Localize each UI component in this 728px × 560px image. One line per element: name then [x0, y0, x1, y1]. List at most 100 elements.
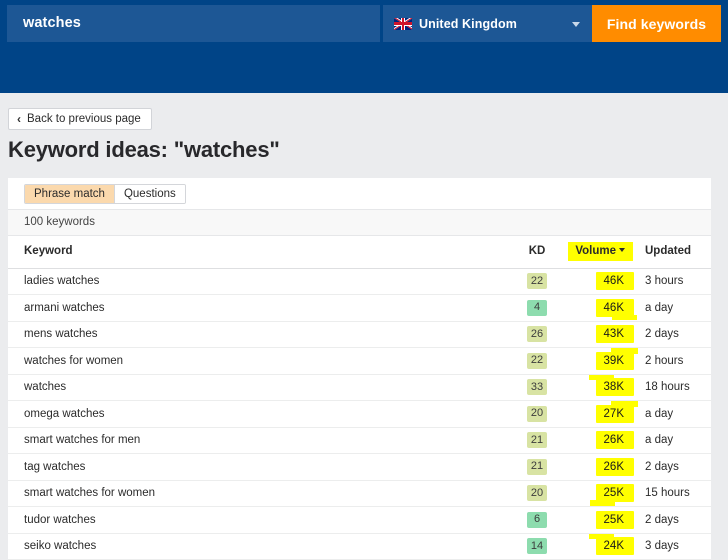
keyword-table: Keyword KD Volume Updated ladies watches…: [8, 236, 711, 560]
table-row[interactable]: tag watches 21 26K 2 days: [8, 453, 711, 481]
cell-keyword[interactable]: watches: [8, 374, 506, 401]
cell-updated: 15 hours: [631, 480, 711, 507]
app-header: United Kingdom Find keywords: [0, 0, 728, 93]
keyword-table-wrapper: Keyword KD Volume Updated ladies watches…: [8, 236, 711, 560]
volume-highlight: 26K: [595, 457, 635, 476]
volume-highlight: 27K: [595, 400, 639, 423]
cell-volume: 24K: [568, 533, 635, 560]
kd-badge: 6: [527, 511, 547, 528]
cell-volume: 26K: [568, 427, 635, 454]
cell-keyword[interactable]: armani watches: [8, 294, 506, 322]
cell-updated: a day: [631, 294, 711, 322]
column-header-volume[interactable]: Volume: [568, 236, 633, 269]
cell-volume: 25K: [568, 506, 635, 534]
table-row[interactable]: smart watches for men 21 26K a day: [8, 427, 711, 454]
cell-kd: 14: [506, 533, 568, 560]
cell-kd: 33: [506, 374, 568, 401]
tab-questions[interactable]: Questions: [114, 185, 185, 203]
table-row[interactable]: mens watches 26 43K 2 days: [8, 321, 711, 348]
cell-kd: 20: [506, 480, 568, 507]
table-body: ladies watches 22 46K 3 hours armani watches…: [8, 268, 711, 560]
tab-group: Phrase match Questions: [24, 184, 186, 204]
volume-highlight: 25K: [589, 484, 635, 507]
column-header-kd[interactable]: KD: [506, 236, 568, 269]
column-header-keyword[interactable]: Keyword: [8, 236, 506, 269]
cell-keyword[interactable]: ladies watches: [8, 268, 506, 295]
cell-updated: 2 days: [631, 321, 711, 348]
keyword-search-input[interactable]: [7, 5, 380, 42]
cell-volume: 26K: [568, 453, 635, 481]
cell-keyword[interactable]: seiko watches: [8, 533, 506, 560]
table-head: Keyword KD Volume Updated: [8, 236, 711, 269]
table-row[interactable]: watches for women 22 39K 2 hours: [8, 347, 711, 375]
country-label: United Kingdom: [419, 16, 517, 31]
kd-badge: 14: [526, 538, 548, 555]
page-title: Keyword ideas: "watches": [8, 137, 280, 162]
cell-volume: 38K: [568, 374, 635, 401]
volume-highlight: 25K: [595, 510, 635, 529]
cell-updated: 2 days: [631, 453, 711, 481]
volume-highlight: 39K: [595, 347, 639, 370]
table-header-row: Keyword KD Volume Updated: [8, 236, 711, 269]
table-row[interactable]: armani watches 4 46K a day: [8, 294, 711, 322]
kd-badge: 20: [526, 485, 548, 502]
kd-badge: 20: [526, 405, 548, 422]
cell-kd: 4: [506, 294, 568, 322]
cell-volume: 27K: [568, 400, 639, 428]
volume-header-highlight: Volume: [568, 241, 633, 261]
cell-keyword[interactable]: tag watches: [8, 453, 506, 481]
table-row[interactable]: tudor watches 6 25K 2 days: [8, 506, 711, 534]
table-row[interactable]: seiko watches 14 24K 3 days: [8, 533, 711, 560]
chevron-down-icon[interactable]: [572, 21, 580, 27]
cell-keyword[interactable]: smart watches for men: [8, 427, 506, 454]
kd-badge: 4: [527, 299, 547, 316]
caret-down-icon[interactable]: [619, 247, 625, 252]
kd-badge: 22: [526, 352, 548, 369]
kd-badge: 33: [526, 379, 548, 396]
table-row[interactable]: ladies watches 22 46K 3 hours: [8, 268, 711, 295]
volume-highlight: 24K: [588, 534, 635, 556]
page-body: ‹ Back to previous page Keyword ideas: "…: [0, 93, 728, 560]
cell-updated: 18 hours: [631, 374, 711, 401]
keyword-ideas-card: Phrase match Questions 100 keywords Keyw…: [8, 178, 711, 560]
cell-keyword[interactable]: watches for women: [8, 347, 506, 375]
find-keywords-button[interactable]: Find keywords: [592, 5, 721, 42]
cell-updated: 3 days: [631, 533, 711, 560]
country-selector[interactable]: United Kingdom: [383, 5, 592, 42]
search-bar: United Kingdom Find keywords: [7, 5, 721, 42]
kd-badge: 21: [526, 458, 548, 475]
kd-badge: 21: [526, 432, 548, 449]
keyword-count-label: 100 keywords: [24, 216, 95, 228]
chevron-left-icon: ‹: [17, 112, 21, 126]
cell-volume: 46K: [568, 294, 638, 322]
cell-keyword[interactable]: smart watches for women: [8, 480, 506, 507]
table-row[interactable]: smart watches for women 20 25K 15 hours: [8, 480, 711, 507]
cell-updated: a day: [631, 427, 711, 454]
table-row[interactable]: omega watches 20 27K a day: [8, 400, 711, 428]
cell-keyword[interactable]: omega watches: [8, 400, 506, 428]
column-header-volume-label: Volume: [575, 244, 616, 257]
cell-updated: 2 hours: [631, 347, 711, 375]
cell-updated: 2 days: [631, 506, 711, 534]
cell-kd: 22: [506, 347, 568, 375]
volume-highlight: 43K: [595, 325, 635, 344]
back-to-previous-page-button[interactable]: ‹ Back to previous page: [8, 108, 152, 130]
volume-highlight: 46K: [595, 298, 638, 320]
cell-updated: 3 hours: [631, 268, 711, 295]
cell-kd: 6: [506, 506, 568, 534]
uk-flag-icon: [394, 17, 412, 30]
volume-highlight: 46K: [595, 272, 635, 291]
tab-phrase-match[interactable]: Phrase match: [25, 185, 115, 203]
cell-keyword[interactable]: mens watches: [8, 321, 506, 348]
tab-bar: Phrase match Questions: [8, 178, 711, 209]
column-header-updated[interactable]: Updated: [631, 236, 711, 269]
kd-badge: 26: [526, 326, 548, 343]
cell-volume: 25K: [568, 480, 635, 507]
cell-keyword[interactable]: tudor watches: [8, 506, 506, 534]
volume-highlight: 38K: [588, 375, 635, 397]
cell-kd: 20: [506, 400, 568, 428]
cell-volume: 46K: [568, 268, 635, 295]
cell-volume: 43K: [568, 321, 635, 348]
kd-badge: 22: [526, 273, 548, 290]
table-row[interactable]: watches 33 38K 18 hours: [8, 374, 711, 401]
